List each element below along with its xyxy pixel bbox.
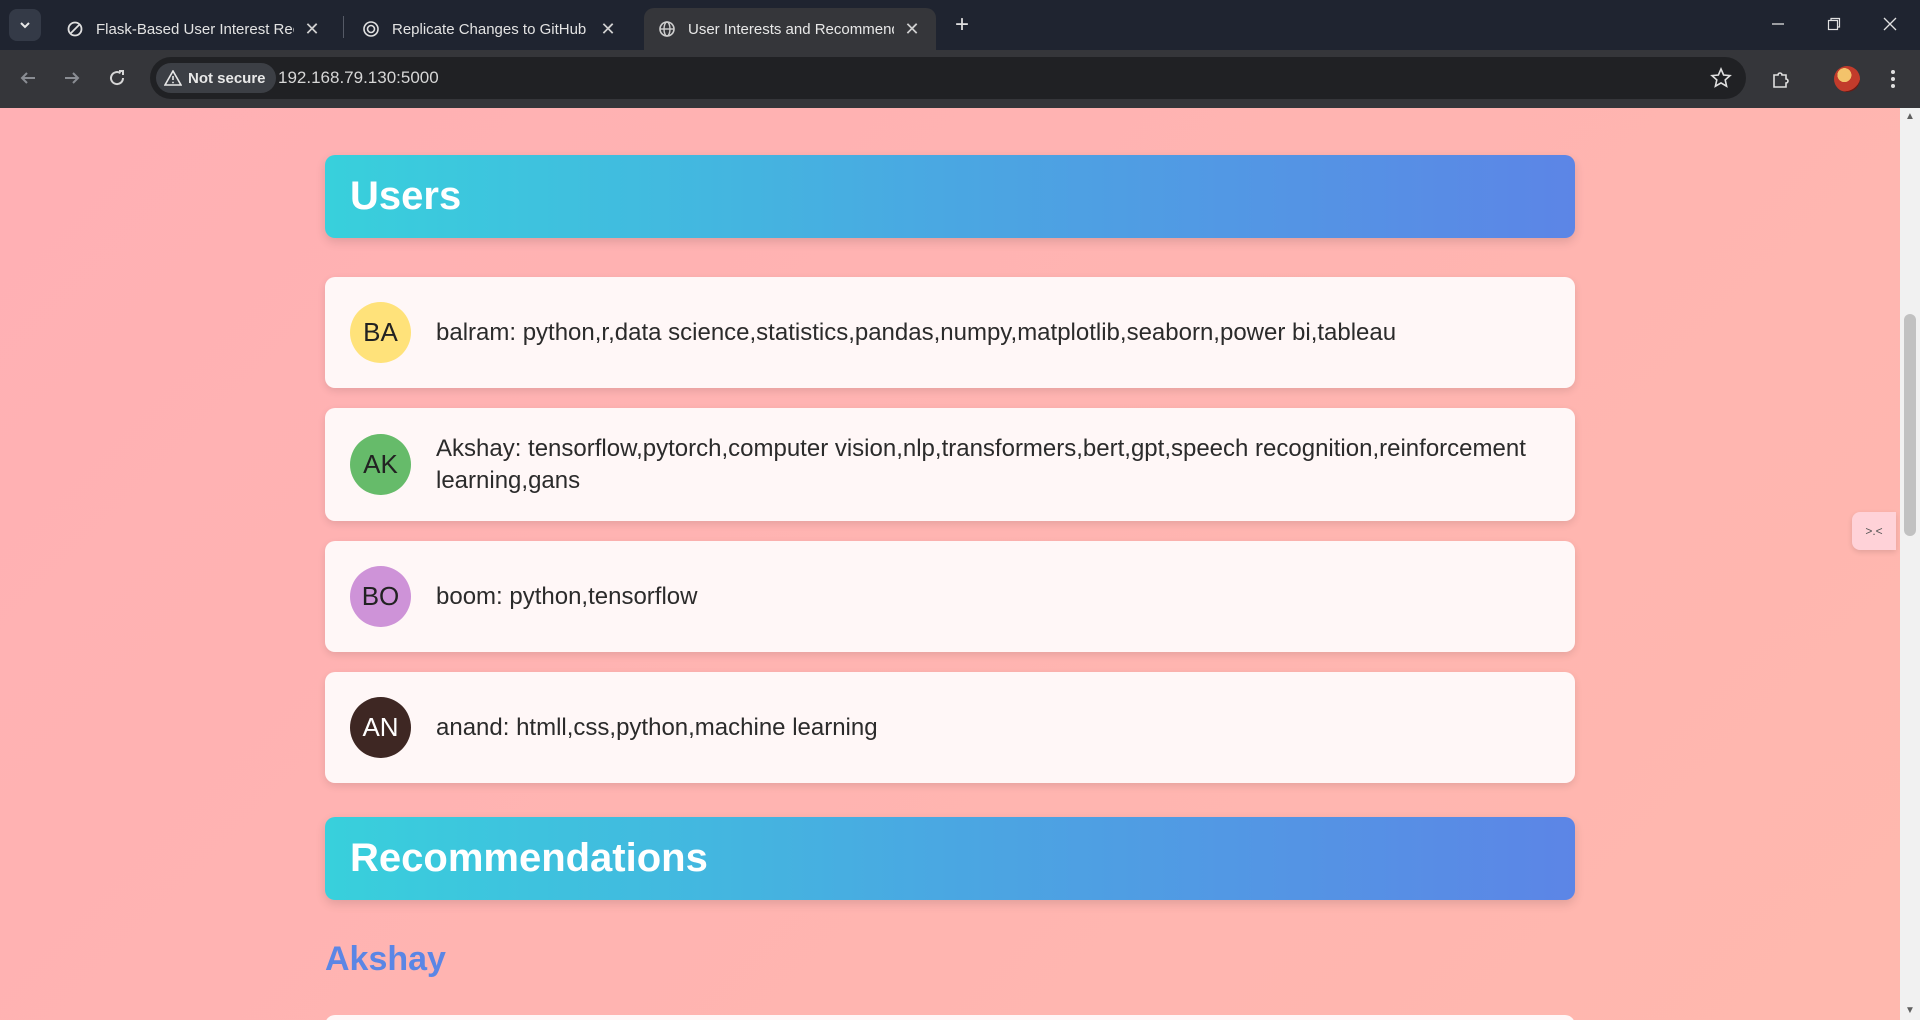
profile-avatar [1834,66,1860,92]
warning-icon [164,70,182,86]
arrow-left-icon [20,72,35,84]
arrow-right-icon [65,72,80,84]
close-icon[interactable]: ✕ [302,19,322,39]
user-interests: Akshay: tensorflow,pytorch,computer visi… [436,434,1526,494]
close-icon[interactable]: ✕ [598,19,618,39]
recommendation-user-name: Akshay [325,940,446,978]
widget-glyph: >.< [1865,524,1883,538]
security-chip[interactable]: Not secure [156,63,276,93]
scroll-up-arrow-icon[interactable]: ▲ [1905,112,1915,122]
user-avatar: BA [350,302,411,363]
extensions-button[interactable] [1764,62,1798,96]
openai-icon [362,20,380,38]
user-card: AN anand: htmll,css,python,machine learn… [325,672,1575,783]
security-label: Not secure [188,69,266,87]
address-bar[interactable]: Not secure 192.168.79.130:5000 [150,57,1746,99]
restore-icon [1827,17,1841,31]
users-heading: Users [325,155,1575,238]
tab-label: Flask-Based User Interest Recom [96,20,294,38]
user-interests: anand: htmll,css,python,machine learning [436,713,878,741]
user-interests: boom: python,tensorflow [436,582,698,610]
user-card: BO boom: python,tensorflow [325,541,1575,652]
page-scrollbar[interactable]: ▲ ▼ [1900,108,1920,1020]
tab-search-button[interactable] [9,9,41,41]
minimize-icon [1772,23,1784,25]
globe-icon [658,20,676,38]
restore-button[interactable] [1806,0,1862,48]
recommendations-heading: Recommendations [325,817,1575,900]
new-tab-button[interactable]: + [947,10,977,40]
puzzle-icon [1773,72,1789,88]
page-viewport: Users BA balram: python,r,data science,s… [0,108,1900,1020]
chevron-down-icon [20,22,30,29]
scroll-down-arrow-icon[interactable]: ▼ [1905,1006,1915,1016]
back-button[interactable] [10,60,46,96]
profile-button[interactable] [1830,62,1864,96]
minimize-button[interactable] [1750,0,1806,48]
user-avatar: AK [350,434,411,495]
user-card: AK Akshay: tensorflow,pytorch,computer v… [325,408,1575,521]
scrollbar-thumb[interactable] [1904,314,1916,536]
browser-menu-button[interactable] [1876,62,1910,96]
reload-button[interactable] [99,60,135,96]
tab-divider [343,16,344,38]
floating-assistant-widget[interactable]: >.< [1852,512,1896,550]
bookmark-star-icon[interactable] [1710,66,1732,94]
close-icon[interactable]: ✕ [902,19,922,39]
tab-label: Replicate Changes to GitHub [392,20,587,38]
tab-label: User Interests and Recommenda [688,20,894,38]
tab-replicate-github[interactable]: Replicate Changes to GitHub ✕ [348,8,632,50]
close-window-button[interactable] [1862,0,1918,48]
url-text[interactable]: 192.168.79.130:5000 [278,68,439,88]
tab-user-interests[interactable]: User Interests and Recommenda ✕ [644,8,936,50]
recommendation-card [325,1015,1575,1020]
user-avatar: BO [350,566,411,627]
close-icon [1883,17,1897,31]
tab-strip: Flask-Based User Interest Recom ✕ Replic… [0,0,1920,50]
reload-icon [110,70,125,86]
forward-button[interactable] [54,60,90,96]
user-avatar: AN [350,697,411,758]
kebab-menu-icon [1891,70,1895,88]
openai-icon [66,20,84,38]
browser-toolbar: Not secure 192.168.79.130:5000 [0,50,1920,108]
tab-flask-recommendation[interactable]: Flask-Based User Interest Recom ✕ [52,8,336,50]
user-interests: balram: python,r,data science,statistics… [436,318,1397,346]
user-card: BA balram: python,r,data science,statist… [325,277,1575,388]
